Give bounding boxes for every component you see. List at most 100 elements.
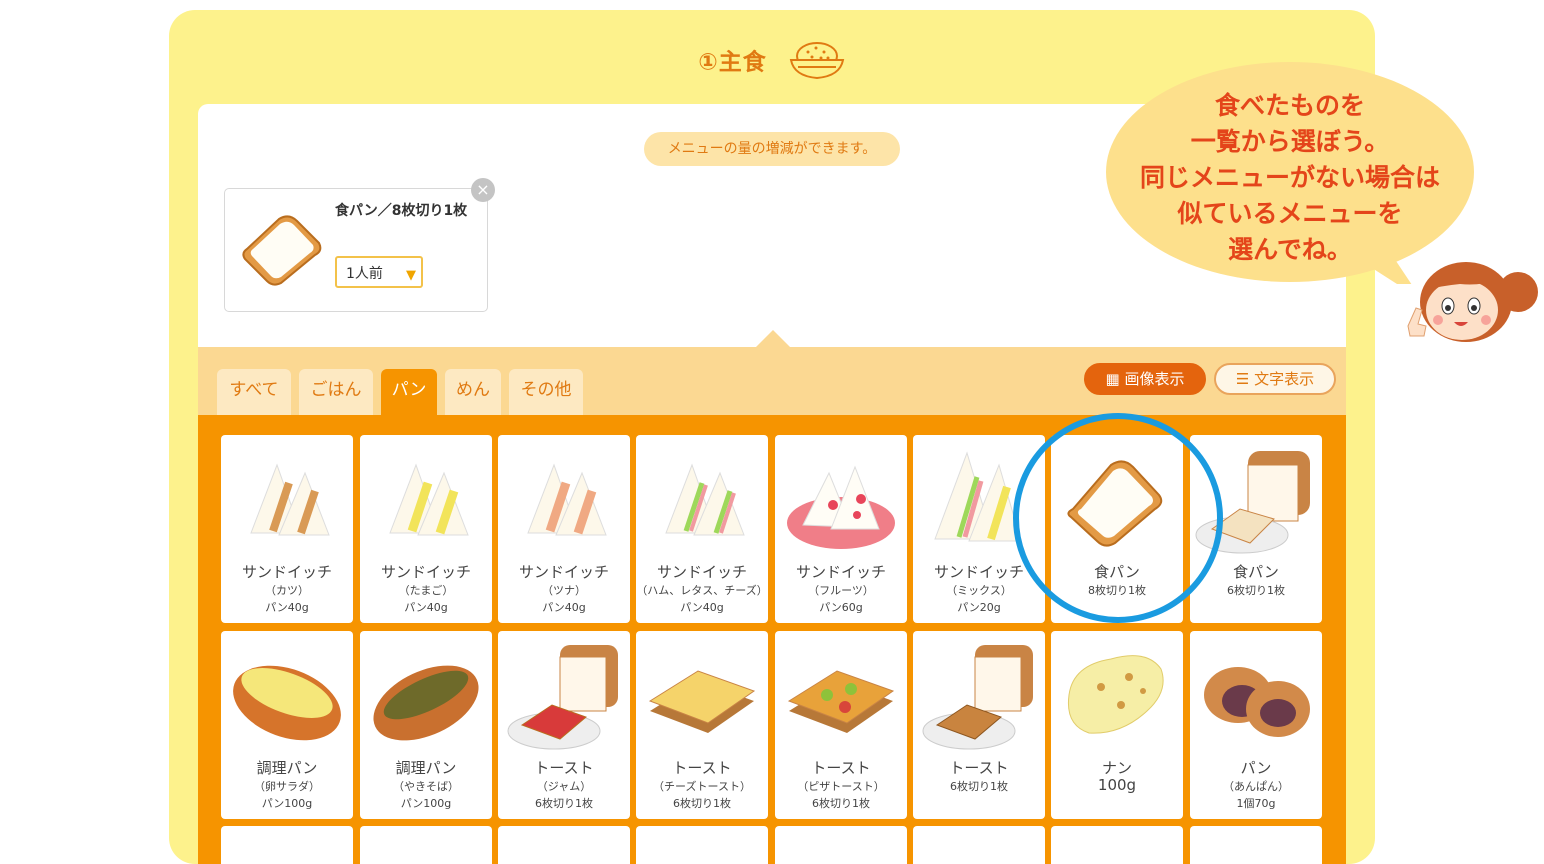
chevron-down-icon: ▼	[406, 268, 416, 283]
rice-bowl-icon	[788, 38, 846, 88]
girl-character-icon	[1400, 250, 1544, 350]
speech-bubble-text: 食べたものを 一覧から選ぼう。 同じメニューがない場合は 似ているメニューを 選…	[1104, 88, 1476, 268]
tab-rice[interactable]: ごはん	[299, 369, 373, 415]
tab-bread[interactable]: パン	[381, 369, 437, 415]
item-amount: 6枚切り1枚	[812, 797, 870, 810]
remove-selected-button[interactable]: ×	[471, 178, 495, 202]
menu-item[interactable]: パン （あんぱん） 1個70g	[1190, 631, 1322, 819]
menu-item[interactable]: 調理パン （やきそば） パン100g	[360, 631, 492, 819]
item-detail: （ハム、レタス、チーズ）	[636, 584, 768, 597]
tab-noodles[interactable]: めん	[445, 369, 501, 415]
item-name: サンドイッチ	[656, 563, 747, 581]
item-amount: パン100g	[261, 797, 313, 810]
item-amount: 1個70g	[1236, 797, 1276, 810]
menu-item[interactable]: トースト （ピザトースト） 6枚切り1枚	[775, 631, 907, 819]
item-amount: パン40g	[680, 601, 724, 614]
item-name: パン	[1240, 759, 1272, 777]
item-name: トースト	[949, 759, 1009, 777]
image-view-button[interactable]: ▦ 画像表示	[1084, 363, 1206, 395]
item-amount: パン40g	[265, 601, 309, 614]
menu-item[interactable]: サンドイッチ （カツ） パン40g	[221, 435, 353, 623]
menu-item[interactable]	[360, 826, 492, 864]
item-detail: （ピザトースト）	[797, 780, 885, 793]
anpan-icon	[1190, 639, 1322, 755]
item-detail: （フルーツ）	[808, 584, 874, 597]
menu-item[interactable]: トースト （チーズトースト） 6枚切り1枚	[636, 631, 768, 819]
bubble-line: 似ているメニューを	[1177, 199, 1403, 228]
egg-roll-icon	[221, 639, 353, 755]
highlight-circle	[1013, 413, 1223, 623]
item-name: ナン	[1101, 759, 1132, 777]
naan-icon	[1051, 639, 1183, 755]
text-view-button[interactable]: ☰ 文字表示	[1214, 363, 1336, 395]
menu-item[interactable]	[913, 826, 1045, 864]
menu-item[interactable]	[498, 826, 630, 864]
item-amount: パン20g	[957, 601, 1001, 614]
bubble-line: 一覧から選ぼう。	[1190, 127, 1390, 156]
quantity-select[interactable]: 1人前 ▼	[335, 256, 423, 288]
item-detail: （あんぱん）	[1223, 780, 1289, 793]
item-detail: （やきそば）	[393, 780, 459, 793]
menu-item[interactable]	[1051, 826, 1183, 864]
menu-item[interactable]: トースト 6枚切り1枚	[913, 631, 1045, 819]
item-detail: 6枚切り1枚	[1227, 584, 1285, 597]
item-name: 調理パン	[256, 759, 318, 777]
menu-item[interactable]	[775, 826, 907, 864]
bubble-line: 食べたものを	[1214, 91, 1365, 120]
item-name: トースト	[534, 759, 594, 777]
item-name: サンドイッチ	[380, 563, 471, 581]
image-view-label: 画像表示	[1124, 370, 1185, 388]
item-name: 調理パン	[395, 759, 457, 777]
item-detail: （ジャム）	[536, 780, 592, 793]
item-detail: （たまご）	[398, 584, 454, 597]
item-detail: 100g	[1097, 776, 1137, 794]
item-amount: パン100g	[400, 797, 452, 810]
item-detail: （ツナ）	[542, 584, 586, 597]
menu-item[interactable]	[221, 826, 353, 864]
menu-item[interactable]	[1190, 826, 1322, 864]
section-title-text: ①主食	[698, 49, 767, 76]
bubble-line: 同じメニューがない場合は	[1139, 163, 1440, 192]
menu-item[interactable]: サンドイッチ （ハム、レタス、チーズ） パン40g	[636, 435, 768, 623]
item-detail: （ミックス）	[946, 584, 1012, 597]
sandwich-tuna-icon	[498, 443, 630, 559]
selected-item-name: 食パン／8枚切り1枚	[335, 203, 468, 219]
item-name: サンドイッチ	[518, 563, 609, 581]
menu-item[interactable]: サンドイッチ （ツナ） パン40g	[498, 435, 630, 623]
item-amount: パン40g	[542, 601, 586, 614]
close-icon: ×	[476, 180, 490, 199]
item-amount: 6枚切り1枚	[535, 797, 593, 810]
item-amount: パン40g	[404, 601, 448, 614]
hint-pill: メニューの量の増減ができます。	[644, 132, 900, 166]
item-detail: 6枚切り1枚	[950, 780, 1008, 793]
quantity-value: 1人前	[346, 266, 383, 282]
text-view-label: 文字表示	[1254, 370, 1315, 388]
menu-item[interactable]: トースト （ジャム） 6枚切り1枚	[498, 631, 630, 819]
item-detail: （卵サラダ）	[254, 780, 320, 793]
item-amount: 6枚切り1枚	[673, 797, 731, 810]
menu-item[interactable]: ナン 100g	[1051, 631, 1183, 819]
grid-icon: ▦	[1105, 370, 1120, 388]
tab-other[interactable]: その他	[509, 369, 583, 415]
sandwich-fruit-icon	[775, 443, 907, 559]
toast-icon	[913, 639, 1045, 755]
sandwich-egg-icon	[360, 443, 492, 559]
menu-item[interactable]: 調理パン （卵サラダ） パン100g	[221, 631, 353, 819]
selected-item-card: 食パン／8枚切り1枚 1人前 ▼	[224, 188, 488, 312]
item-detail: （チーズトースト）	[653, 780, 751, 793]
sandwich-ham-icon	[636, 443, 768, 559]
menu-item[interactable]	[636, 826, 768, 864]
menu-item[interactable]: サンドイッチ （たまご） パン40g	[360, 435, 492, 623]
item-amount: パン60g	[819, 601, 863, 614]
list-icon: ☰	[1235, 370, 1250, 388]
menu-item[interactable]: サンドイッチ （フルーツ） パン60g	[775, 435, 907, 623]
item-detail: （カツ）	[265, 584, 309, 597]
tab-all[interactable]: すべて	[217, 369, 291, 415]
item-name: トースト	[672, 759, 732, 777]
sandwich-katsu-icon	[221, 443, 353, 559]
item-name: サンドイッチ	[795, 563, 886, 581]
item-name: サンドイッチ	[241, 563, 332, 581]
yakisoba-roll-icon	[360, 639, 492, 755]
pizza-toast-icon	[775, 639, 907, 755]
item-name: トースト	[811, 759, 871, 777]
